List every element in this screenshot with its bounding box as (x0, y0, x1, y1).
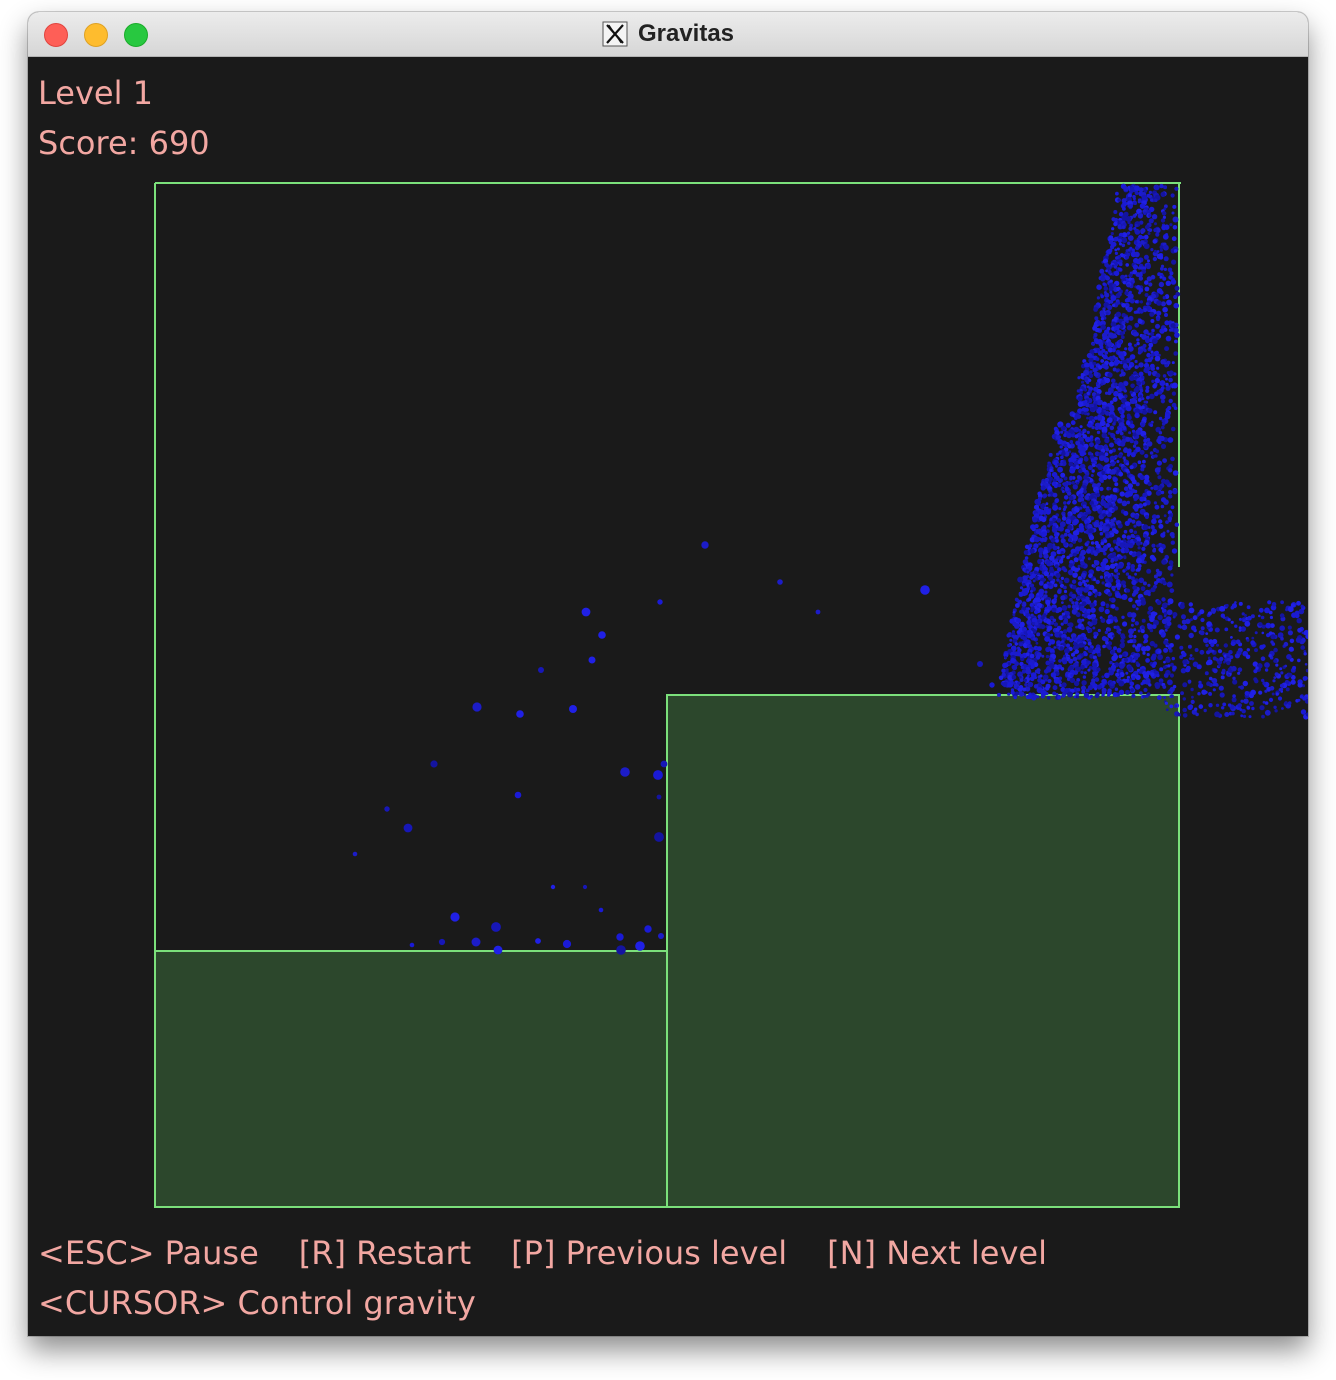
window-title: Gravitas (637, 20, 735, 47)
game-window: Gravitas Level 1 Score: 690 <ESC> Pause[… (28, 12, 1308, 1336)
left-platform (154, 950, 668, 1208)
next-level-hint: [N] Next level (827, 1234, 1047, 1272)
previous-level-hint: [P] Previous level (511, 1234, 788, 1272)
pause-hint: <ESC> Pause (38, 1234, 259, 1272)
help-row-1: <ESC> Pause [R] Restart [P] Previous level… (38, 1233, 1087, 1273)
title-bar[interactable]: Gravitas (28, 12, 1308, 57)
playfield (154, 182, 1308, 1208)
game-canvas[interactable]: Level 1 Score: 690 <ESC> Pause [R] Restar… (28, 57, 1308, 1336)
restart-hint: [R] Restart (298, 1234, 472, 1272)
control-hint: <CURSOR> Control gravity (38, 1284, 476, 1322)
x11-icon (602, 21, 628, 47)
right-platform (666, 694, 1180, 1208)
